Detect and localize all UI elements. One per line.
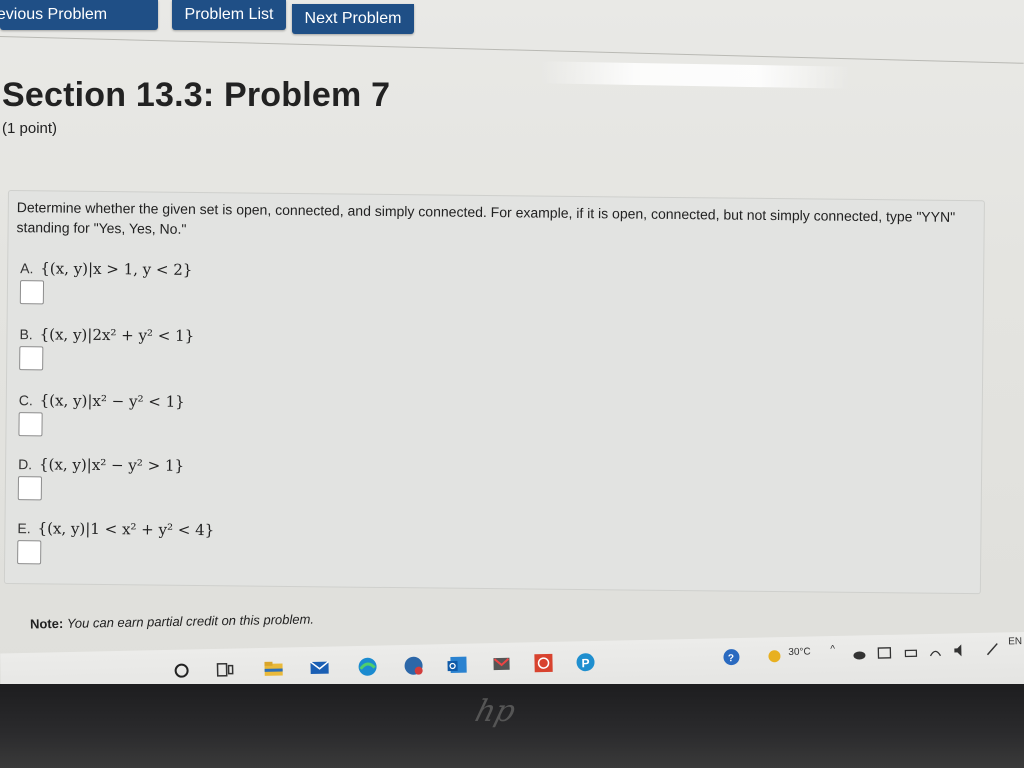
set-expression: {(x, y)|x > 1, y < 2} xyxy=(40,259,193,279)
help-icon[interactable]: ? xyxy=(720,646,742,668)
file-explorer-icon[interactable] xyxy=(262,657,284,679)
battery-icon[interactable] xyxy=(904,642,918,664)
choice-letter: C. xyxy=(18,392,33,409)
choice-letter: B. xyxy=(19,326,33,343)
hp-logo: hp xyxy=(471,694,520,729)
svg-text:?: ? xyxy=(728,653,734,664)
wifi-icon[interactable] xyxy=(928,641,942,663)
answer-input-e[interactable] xyxy=(17,540,42,565)
language-indicator[interactable]: EN xyxy=(1008,636,1022,647)
partial-credit-note: Note: You can earn partial credit on thi… xyxy=(30,612,314,632)
gmail-icon[interactable] xyxy=(490,653,512,675)
edge-icon[interactable] xyxy=(356,656,378,678)
browser-screen: Previous Problem Problem List Next Probl… xyxy=(0,0,1024,688)
answer-input-a[interactable] xyxy=(19,280,45,305)
choice-letter: A. xyxy=(20,260,34,277)
choice-d: D. {(x, y)|x² − y² > 1} xyxy=(17,455,185,502)
screen-glare xyxy=(539,61,851,89)
set-expression: {(x, y)|x² − y² > 1} xyxy=(38,455,185,475)
temperature-text[interactable]: 30°C xyxy=(788,646,811,657)
mail-icon[interactable] xyxy=(308,657,330,679)
choice-a: A. {(x, y)|x > 1, y < 2} xyxy=(19,259,193,306)
chat-icon[interactable] xyxy=(402,655,424,677)
problem-instructions: Determine whether the given set is open,… xyxy=(16,199,956,237)
next-problem-button[interactable]: Next Problem xyxy=(292,4,414,34)
answer-input-b[interactable] xyxy=(19,346,44,371)
chevron-up-icon[interactable]: ^ xyxy=(830,644,835,655)
page-title: Section 13.3: Problem 7 xyxy=(2,76,391,114)
set-expression: {(x, y)|2x² + y² < 1} xyxy=(39,325,195,345)
choice-e: E. {(x, y)|1 < x² + y² < 4} xyxy=(17,519,214,566)
choice-b: B. {(x, y)|2x² + y² < 1} xyxy=(19,325,194,372)
task-view-icon[interactable] xyxy=(214,659,236,681)
laptop-bezel: hp xyxy=(0,684,1024,768)
choice-c: C. {(x, y)|x² − y² < 1} xyxy=(18,391,185,438)
app-icon[interactable] xyxy=(532,652,554,674)
svg-text:P: P xyxy=(581,656,589,670)
set-expression: {(x, y)|x² − y² < 1} xyxy=(39,391,185,411)
choice-letter: E. xyxy=(17,520,31,537)
problem-navigation: Previous Problem Problem List Next Probl… xyxy=(0,0,1024,36)
note-text: You can earn partial credit on this prob… xyxy=(66,611,315,631)
set-expression: {(x, y)|1 < x² + y² < 4} xyxy=(37,519,215,540)
volume-icon[interactable] xyxy=(952,639,966,661)
answer-input-d[interactable] xyxy=(17,476,43,501)
answer-input-c[interactable] xyxy=(18,412,43,437)
previous-problem-button[interactable]: Previous Problem xyxy=(0,0,158,30)
pinterest-icon[interactable]: P xyxy=(574,651,596,673)
problem-points: (1 point) xyxy=(2,120,58,137)
search-circle-icon[interactable] xyxy=(170,659,192,681)
cloud-icon[interactable] xyxy=(852,643,866,665)
pen-icon[interactable] xyxy=(984,638,1000,660)
weather-icon[interactable] xyxy=(766,645,782,667)
choice-letter: D. xyxy=(18,456,33,473)
problem-body: Determine whether the given set is open,… xyxy=(3,190,985,595)
problem-list-button[interactable]: Problem List xyxy=(172,0,286,30)
meet-icon[interactable] xyxy=(876,642,892,664)
header-divider xyxy=(0,36,1024,64)
outlook-icon[interactable] xyxy=(446,654,468,676)
windows-taskbar: P ? 30°C ^ EN xyxy=(0,632,1024,688)
note-label: Note: xyxy=(29,615,64,632)
